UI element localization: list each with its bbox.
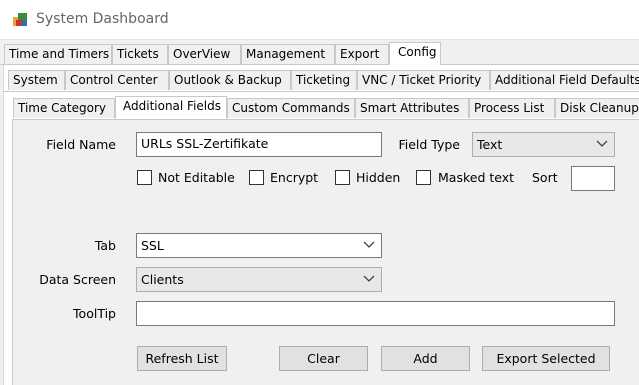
tooltip-label: ToolTip <box>73 306 116 321</box>
title-bar: System Dashboard <box>0 0 639 40</box>
tab-select-value: SSL <box>141 238 164 253</box>
field-name-label: Field Name <box>46 137 116 152</box>
main-tab-strip: Time and Timers Tickets OverView Managem… <box>0 42 639 65</box>
tab-config[interactable]: Config <box>389 42 441 65</box>
tab-overview[interactable]: OverView <box>168 44 241 64</box>
encrypt-label: Encrypt <box>270 170 319 185</box>
tab-custom-commands[interactable]: Custom Commands <box>227 98 355 118</box>
hidden-checkbox[interactable] <box>335 170 350 185</box>
app-icon <box>13 13 27 26</box>
masked-text-checkbox[interactable] <box>416 170 431 185</box>
masked-text-label: Masked text <box>438 170 515 185</box>
tab-time-category[interactable]: Time Category <box>13 98 115 118</box>
window-title: System Dashboard <box>36 11 169 27</box>
tab-time-and-timers[interactable]: Time and Timers <box>4 44 112 64</box>
data-screen-select[interactable]: Clients <box>136 267 382 292</box>
tooltip-input[interactable] <box>136 301 615 326</box>
tab-control-center[interactable]: Control Center <box>65 70 169 90</box>
hidden-label: Hidden <box>356 170 401 185</box>
tab-additional-field-defaults[interactable]: Additional Field Defaults <box>490 70 639 90</box>
tab-select[interactable]: SSL <box>136 233 382 258</box>
field-type-select[interactable]: Text <box>472 132 615 157</box>
tab-disk-cleanup[interactable]: Disk Cleanup <box>555 98 639 118</box>
field-type-value: Text <box>477 137 503 152</box>
tab-system[interactable]: System <box>8 70 65 90</box>
field-name-input[interactable]: URLs SSL-Zertifikate <box>136 132 382 157</box>
tab-additional-fields[interactable]: Additional Fields <box>115 96 227 119</box>
data-screen-value: Clients <box>141 272 184 287</box>
sort-input[interactable] <box>571 166 615 191</box>
tab-vnc-ticket-priority[interactable]: VNC / Ticket Priority <box>357 70 490 90</box>
refresh-list-button[interactable]: Refresh List <box>137 346 227 371</box>
chevron-down-icon <box>363 275 375 282</box>
tab-tickets[interactable]: Tickets <box>112 44 168 64</box>
tab-management[interactable]: Management <box>241 44 335 64</box>
chevron-down-icon <box>596 140 608 147</box>
tab-export[interactable]: Export <box>335 44 389 64</box>
tab-divider <box>4 91 639 92</box>
data-screen-label: Data Screen <box>39 272 116 287</box>
config-tab-strip: System Control Center Outlook & Backup T… <box>0 68 639 90</box>
encrypt-checkbox[interactable] <box>249 170 264 185</box>
tab-label: Tab <box>94 238 116 253</box>
tab-outlook-backup[interactable]: Outlook & Backup <box>169 70 291 90</box>
tab-process-list[interactable]: Process List <box>469 98 555 118</box>
tab-smart-attributes[interactable]: Smart Attributes <box>355 98 469 118</box>
sort-label: Sort <box>532 170 558 185</box>
system-tab-strip: Time Category Additional Fields Custom C… <box>0 96 639 119</box>
tab-ticketing[interactable]: Ticketing <box>291 70 357 90</box>
clear-button[interactable]: Clear <box>279 346 368 371</box>
field-type-label: Field Type <box>398 137 460 152</box>
add-button[interactable]: Add <box>381 346 470 371</box>
not-editable-checkbox[interactable] <box>137 170 152 185</box>
chevron-down-icon <box>363 241 375 248</box>
export-selected-button[interactable]: Export Selected <box>482 346 610 371</box>
not-editable-label: Not Editable <box>158 170 235 185</box>
